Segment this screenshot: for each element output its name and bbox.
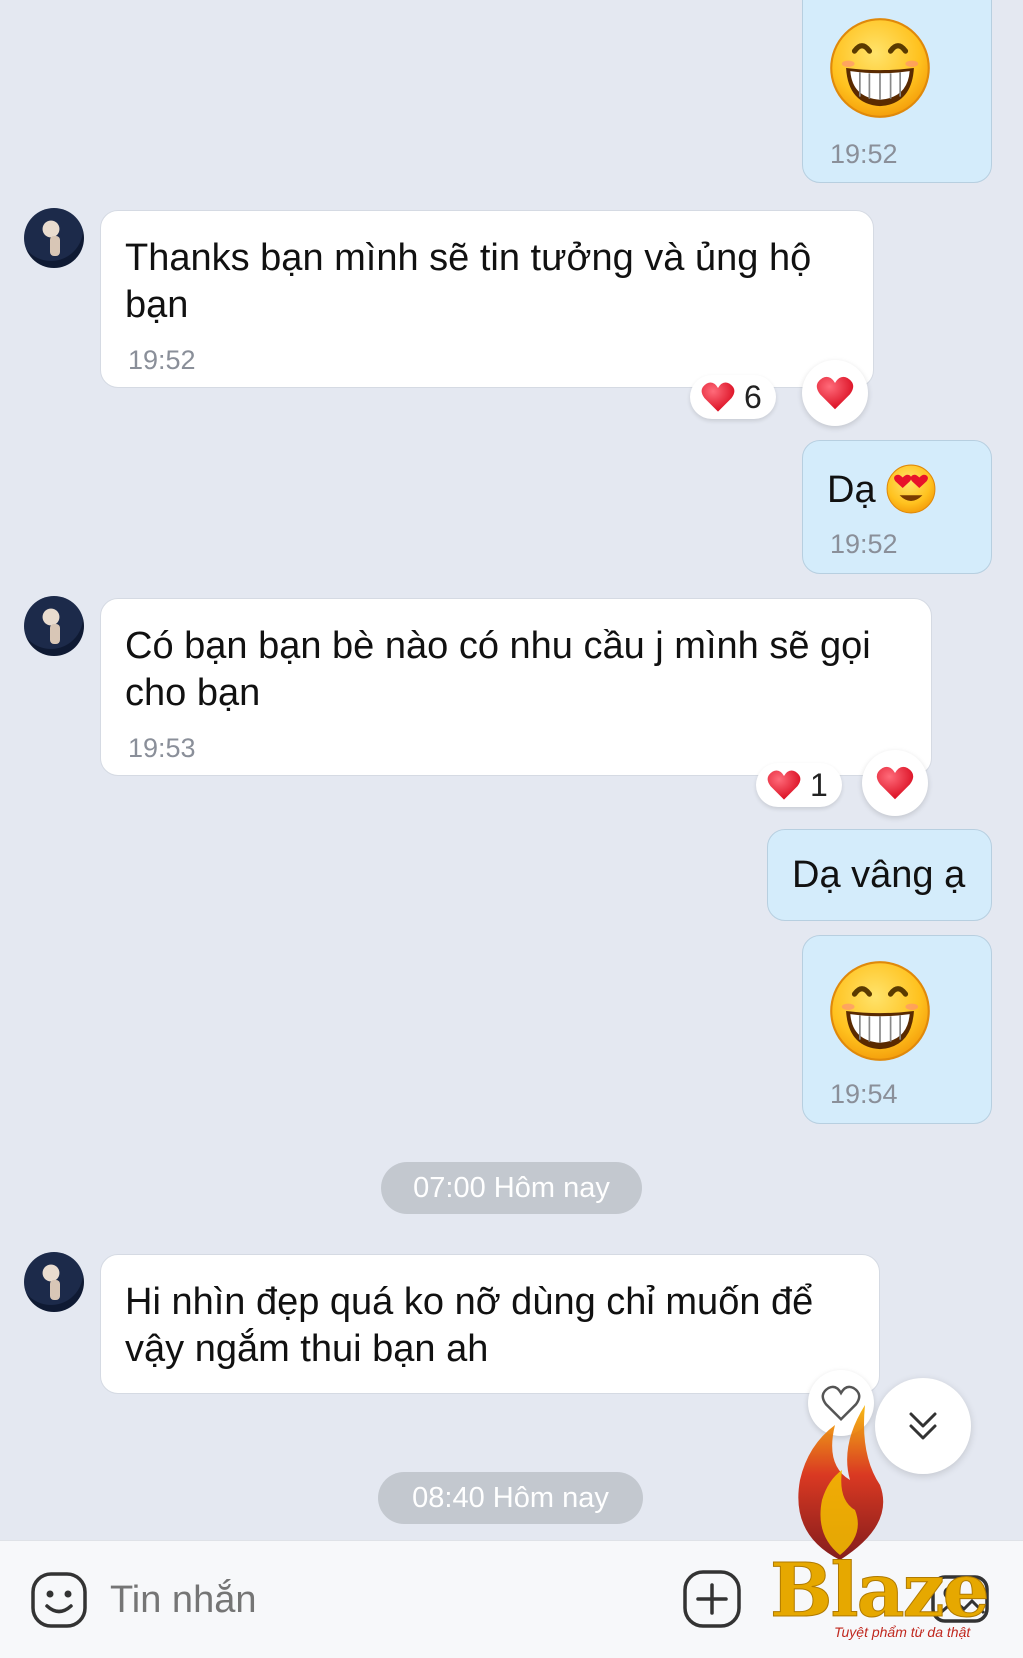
sticker-icon[interactable] bbox=[30, 1571, 88, 1629]
outgoing-message-bubble[interactable]: Dạ 19:52 bbox=[802, 440, 992, 574]
contact-avatar[interactable] bbox=[24, 596, 84, 656]
heart-icon bbox=[767, 770, 801, 800]
grin-emoji-icon bbox=[830, 961, 930, 1061]
incoming-message-bubble[interactable]: Có bạn bạn bè nào có nhu cầu j mình sẽ g… bbox=[100, 598, 932, 776]
watermark-tagline: Tuyệt phẩm từ da thật bbox=[834, 1624, 971, 1640]
message-text: Dạ vâng ạ bbox=[792, 854, 966, 896]
flame-logo-icon bbox=[798, 1405, 884, 1560]
message-time: 19:52 bbox=[830, 139, 898, 169]
contact-avatar[interactable] bbox=[24, 1252, 84, 1312]
react-heart-button[interactable] bbox=[862, 750, 928, 816]
grin-emoji-icon bbox=[830, 18, 930, 118]
outgoing-sticker-bubble[interactable]: 19:52 bbox=[802, 0, 992, 183]
outgoing-sticker-bubble[interactable]: 19:54 bbox=[802, 935, 992, 1124]
reaction-summary[interactable]: 1 bbox=[756, 763, 842, 807]
message-time: 19:54 bbox=[830, 1079, 898, 1109]
reaction-count: 1 bbox=[810, 766, 828, 803]
heart-eyes-emoji-icon bbox=[886, 464, 936, 514]
message-time: 19:52 bbox=[128, 345, 196, 375]
heart-icon bbox=[701, 382, 735, 412]
message-input[interactable] bbox=[110, 1567, 650, 1633]
heart-icon bbox=[816, 376, 854, 410]
reaction-summary[interactable]: 6 bbox=[690, 375, 776, 419]
message-text: Dạ bbox=[827, 469, 876, 511]
watermark-brand: Blaze bbox=[770, 1548, 991, 1635]
date-separator: 08:40 Hôm nay bbox=[378, 1472, 643, 1524]
date-separator: 07:00 Hôm nay bbox=[381, 1162, 642, 1214]
message-text: Thanks bạn mình sẽ tin tưởng và ủng hộ b… bbox=[125, 237, 812, 326]
reaction-count: 6 bbox=[744, 378, 762, 415]
heart-icon bbox=[876, 766, 914, 800]
plus-icon[interactable] bbox=[682, 1569, 742, 1629]
contact-avatar[interactable] bbox=[24, 208, 84, 268]
incoming-message-bubble[interactable]: Hi nhìn đẹp quá ko nỡ dùng chỉ muốn để v… bbox=[100, 1254, 880, 1394]
react-heart-button[interactable] bbox=[802, 360, 868, 426]
chevron-double-down-icon bbox=[909, 1412, 937, 1440]
message-text: Có bạn bạn bè nào có nhu cầu j mình sẽ g… bbox=[125, 625, 871, 714]
message-time: 19:52 bbox=[830, 529, 898, 559]
incoming-message-bubble[interactable]: Thanks bạn mình sẽ tin tưởng và ủng hộ b… bbox=[100, 210, 874, 388]
message-time: 19:53 bbox=[128, 733, 196, 763]
message-text: Hi nhìn đẹp quá ko nỡ dùng chỉ muốn để v… bbox=[125, 1281, 814, 1370]
outgoing-message-bubble[interactable]: Dạ vâng ạ bbox=[767, 829, 992, 921]
